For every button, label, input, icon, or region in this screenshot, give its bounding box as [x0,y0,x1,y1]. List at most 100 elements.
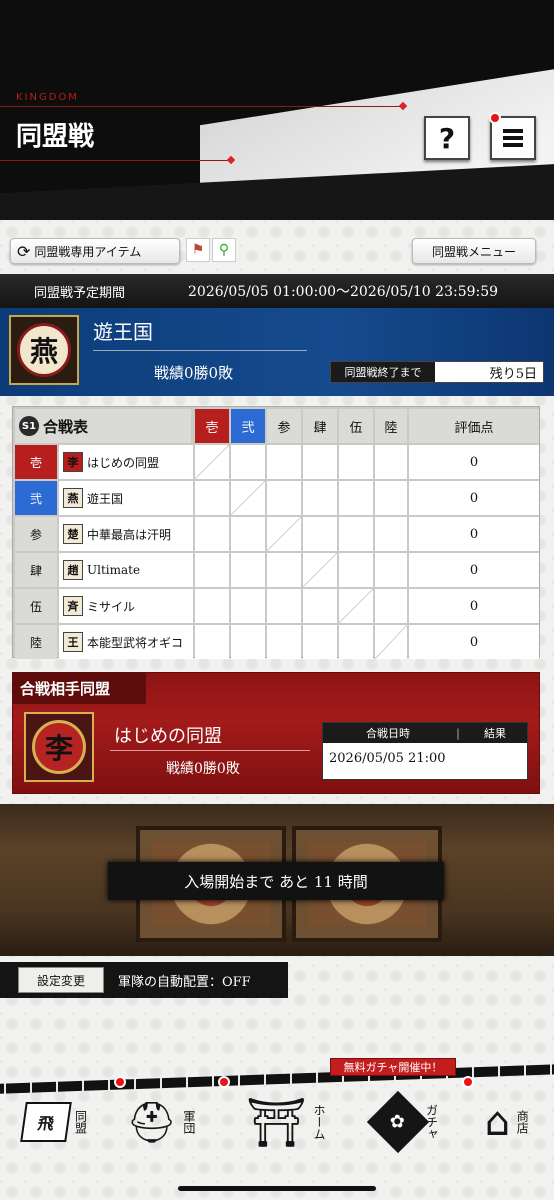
match-cell [195,553,229,587]
table-row[interactable]: 肆趙 Ultimate 0 [15,553,539,587]
match-cell [339,481,373,515]
alliance-cell[interactable]: 燕遊王国 [59,481,193,515]
table-row[interactable]: 陸王本能型武将オギコ 0 [15,625,539,659]
my-alliance-name: 遊王国 [93,320,153,344]
alliance-emblem-icon: 燕 [63,488,83,508]
score-header: 評価点 [409,409,539,443]
pin-item-icon[interactable]: ⚲ [212,238,236,262]
column-header: 壱 [195,409,229,443]
column-header: 伍 [339,409,373,443]
settings-change-button[interactable]: 設定変更 [18,967,104,993]
alliance-cell[interactable]: 李はじめの同盟 [59,445,193,479]
date-header: 合戦日時 [366,727,410,740]
match-cell [195,517,229,551]
score-cell: 0 [409,481,539,515]
alliance-cell[interactable]: 楚中華最高は汗明 [59,517,193,551]
helmet-icon: ⛑ [126,1099,177,1146]
self-match-cell [375,625,407,659]
hamburger-icon [503,126,523,150]
nav-alliance-label: 同盟 [73,1110,88,1134]
match-cell [195,625,229,659]
page-title: 同盟戦 [16,122,95,152]
match-cell [303,625,337,659]
remaining-time: 同盟戦終了まで 残り5日 [330,361,544,383]
nav-gacha[interactable]: ✿ ガチャ [358,1082,458,1162]
alliance-name: 本能型武将オギコ [87,635,184,650]
match-cell [231,625,265,659]
match-cell [375,553,407,587]
match-cell [339,517,373,551]
column-header: 弐 [231,409,265,443]
row-label: 弐 [15,481,57,515]
notification-dot [489,112,501,124]
table-header-row: S1 合戦表壱弐参肆伍陸評価点 [15,409,539,443]
question-icon: ? [438,121,456,155]
score-cell: 0 [409,517,539,551]
self-match-cell [303,553,337,587]
match-cell [303,517,337,551]
header-separator: | [456,726,460,740]
alliance-emblem-icon: 趙 [63,560,83,580]
alliance-cell[interactable]: 王本能型武将オギコ [59,625,193,659]
match-cell [375,589,407,623]
opponent-emblem: 李 [24,712,94,782]
notification-dot [218,1076,230,1088]
match-cell [267,553,301,587]
alliance-items-label: 同盟戦専用アイテム [34,244,142,259]
settings-bar: 設定変更 軍隊の自動配置：OFF [0,962,288,998]
battle-date: 2026/05/05 21:00 [329,751,446,766]
remaining-value: 残り5日 [489,366,537,382]
help-button[interactable]: ? [424,116,470,160]
match-cell [375,481,407,515]
self-match-cell [195,445,229,479]
table-row[interactable]: 参楚中華最高は汗明 0 [15,517,539,551]
table-row[interactable]: 伍斉ミサイル 0 [15,589,539,623]
match-cell [303,589,337,623]
self-match-cell [339,589,373,623]
match-cell [195,481,229,515]
match-cell [267,625,301,659]
castle-icon: ⛩ [246,1094,307,1151]
nav-shop-label: 商店 [515,1110,530,1134]
battle-table: S1 合戦表壱弐参肆伍陸評価点壱李はじめの同盟 0 弐燕遊王国 0 参楚中華最高は汗明 0 肆… [12,406,540,659]
flag-item-icon[interactable]: ⚑ [186,238,210,262]
battle-table-title-text: 合戦表 [43,417,89,436]
nav-alliance[interactable]: 飛 同盟 [6,1082,106,1162]
match-cell [231,589,265,623]
battle-schedule-box: 合戦日時 | 結果 2026/05/05 21:00 [322,722,528,780]
match-cell [339,625,373,659]
row-label: 伍 [15,589,57,623]
table-row[interactable]: 壱李はじめの同盟 0 [15,445,539,479]
alliance-emblem-icon: 李 [63,452,83,472]
my-alliance-emblem: 燕 [9,315,79,385]
emblem-character: 燕 [17,323,71,377]
header-bottom-line [0,160,228,161]
gacha-promo-badge[interactable]: 無料ガチャ開催中！ [330,1058,456,1076]
column-header: 陸 [375,409,407,443]
alliance-cell[interactable]: 斉ミサイル [59,589,193,623]
table-row[interactable]: 弐燕遊王国 0 [15,481,539,515]
result-header: 結果 [484,727,506,740]
score-cell: 0 [409,589,539,623]
home-indicator [178,1186,376,1191]
row-label: 肆 [15,553,57,587]
battle-table-title: S1 合戦表 [15,409,191,443]
alliance-menu-button[interactable]: 同盟戦メニュー [412,238,536,264]
alliance-emblem-icon: 王 [63,632,83,652]
alliance-cell[interactable]: 趙 Ultimate [59,553,193,587]
match-cell [303,445,337,479]
match-cell [303,481,337,515]
nav-home-label: ホーム [311,1104,326,1140]
schedule-header: 合戦日時 | 結果 [323,723,527,743]
alliance-emblem-icon: 楚 [63,524,83,544]
entry-countdown-banner: 入場開始まで あと 11 時間 [108,862,444,900]
nav-home[interactable]: ⛩ ホーム [232,1082,342,1162]
alliance-flag-icon: 飛 [19,1102,72,1142]
period-label: 同盟戦予定期間 [34,285,126,301]
nav-army[interactable]: ⛑ 軍団 [112,1082,212,1162]
divider [93,350,307,351]
period-value: 2026/05/05 01:00:00～2026/05/10 23:59:59 [188,284,499,300]
alliance-items-button[interactable]: ⟳ 同盟戦専用アイテム [10,238,180,264]
nav-shop[interactable]: ⌂ 商店 [458,1082,554,1162]
column-header: 参 [267,409,301,443]
